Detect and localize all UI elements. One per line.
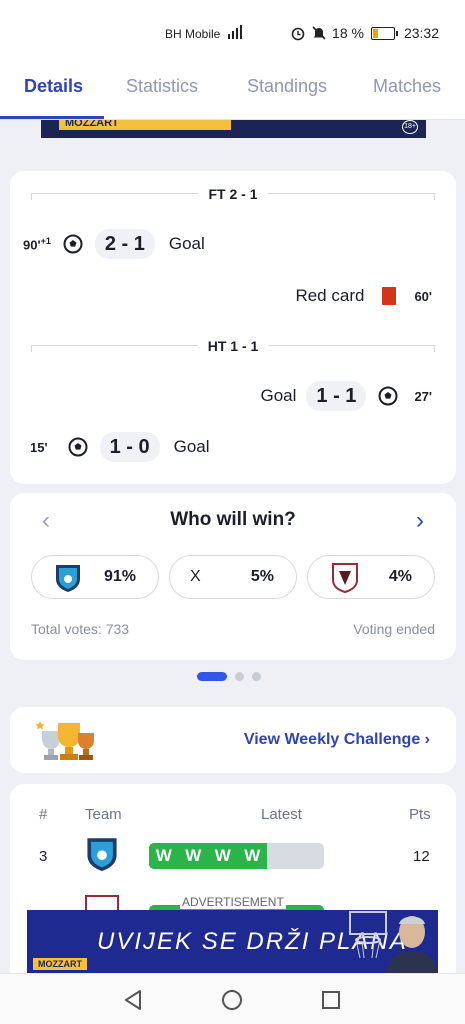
recent-form-bar: W W W W <box>149 843 324 869</box>
recents-icon[interactable] <box>321 990 341 1010</box>
system-navigation-bar <box>0 973 465 1024</box>
home-vote-percent: 91% <box>103 568 136 585</box>
view-weekly-challenge-link[interactable]: View Weekly Challenge › <box>244 731 430 749</box>
row-points: 12 <box>413 848 430 865</box>
signal-icon <box>228 25 242 39</box>
mute-icon <box>312 26 326 40</box>
event-red-card-60: Red card 60' <box>295 280 432 312</box>
pagination-dot[interactable] <box>235 671 244 681</box>
column-header-rank: # <box>39 806 48 823</box>
event-score: 1 - 0 <box>99 432 160 462</box>
half-time-divider: HT 1 - 1 <box>31 338 435 354</box>
vote-home-option[interactable]: 91% <box>31 555 159 599</box>
total-votes: Total votes: 733 <box>31 621 130 637</box>
event-score: 2 - 1 <box>94 229 155 259</box>
battery-percent: 18 % <box>332 25 364 41</box>
top-ad-banner[interactable]: MOZZART 18+ <box>41 120 426 138</box>
event-type: Goal <box>168 234 205 253</box>
active-tab-indicator <box>0 116 104 119</box>
column-header-latest: Latest <box>261 806 302 823</box>
tab-bar: Details Statistics Standings Matches <box>0 64 465 120</box>
home-icon[interactable] <box>221 989 243 1011</box>
form-result: W <box>214 846 231 865</box>
carousel-pagination <box>197 671 261 681</box>
column-header-team: Team <box>85 806 122 823</box>
ad-brand: MOZZART <box>59 120 231 130</box>
prediction-card: ‹ Who will win? › 91% X 5% 4% Total vote… <box>10 493 456 660</box>
draw-vote-percent: 5% <box>250 568 274 585</box>
form-result: W <box>244 846 261 865</box>
voting-status: Voting ended <box>353 621 435 637</box>
event-minute: 60' <box>414 288 432 304</box>
away-vote-percent: 4% <box>388 568 412 585</box>
pagination-dot-active[interactable] <box>197 671 227 681</box>
row-rank: 3 <box>39 848 48 865</box>
event-minute: 15' <box>30 439 48 455</box>
event-type: Red card <box>295 286 365 305</box>
event-minute: 27' <box>414 388 432 404</box>
form-result: W <box>185 846 202 865</box>
form-result: W <box>155 846 172 865</box>
event-minute: 90'+1 <box>23 235 51 253</box>
prediction-title: Who will win? <box>170 509 296 530</box>
event-goal-27: Goal 1 - 1 27' <box>260 380 432 412</box>
full-time-label: FT 2 - 1 <box>198 186 268 202</box>
half-time-label: HT 1 - 1 <box>197 338 269 354</box>
tab-details[interactable]: Details <box>24 76 83 97</box>
next-arrow-icon[interactable]: › <box>416 509 424 533</box>
away-team-crest-icon <box>332 563 358 593</box>
tab-statistics[interactable]: Statistics <box>126 76 198 97</box>
football-icon <box>63 234 83 254</box>
vote-draw-option[interactable]: X 5% <box>169 555 297 599</box>
football-icon <box>378 386 398 406</box>
red-card-icon <box>382 287 397 305</box>
advertisement-label: ADVERTISEMENT <box>180 895 286 909</box>
home-team-crest-icon <box>56 565 80 592</box>
back-icon[interactable] <box>123 989 143 1011</box>
bottom-ad-banner[interactable]: UVIJEK SE DRŽI PLANA MOZZART <box>27 910 438 973</box>
ad-brand: MOZZART <box>33 958 87 970</box>
full-time-divider: FT 2 - 1 <box>31 186 435 202</box>
battery-icon <box>370 26 398 40</box>
event-goal-15: 15' 1 - 0 Goal <box>30 431 210 463</box>
event-goal-90: 90'+1 2 - 1 Goal <box>23 228 205 260</box>
trophies-icon <box>35 721 94 760</box>
tab-standings[interactable]: Standings <box>247 76 327 97</box>
clock: 23:32 <box>403 25 439 41</box>
tab-matches[interactable]: Matches <box>373 76 441 97</box>
football-icon <box>68 437 88 457</box>
weekly-challenge-card[interactable]: View Weekly Challenge › <box>10 707 456 773</box>
coach-photo <box>386 916 438 973</box>
team-crest-icon <box>87 838 117 871</box>
draw-label: X <box>190 568 201 585</box>
status-bar: BH Mobile 18 % 23:32 <box>0 0 465 64</box>
pagination-dot[interactable] <box>252 671 261 681</box>
event-score: 1 - 1 <box>306 381 367 411</box>
age-badge: 18+ <box>402 120 418 134</box>
event-type: Goal <box>173 437 210 456</box>
alarm-icon <box>291 27 305 41</box>
column-header-points: Pts <box>409 806 431 823</box>
event-type: Goal <box>260 386 297 405</box>
carrier-name: BH Mobile <box>165 27 221 41</box>
vote-away-option[interactable]: 4% <box>307 555 435 599</box>
match-events-card: FT 2 - 1 90'+1 2 - 1 Goal Red card 60' H… <box>10 171 456 484</box>
